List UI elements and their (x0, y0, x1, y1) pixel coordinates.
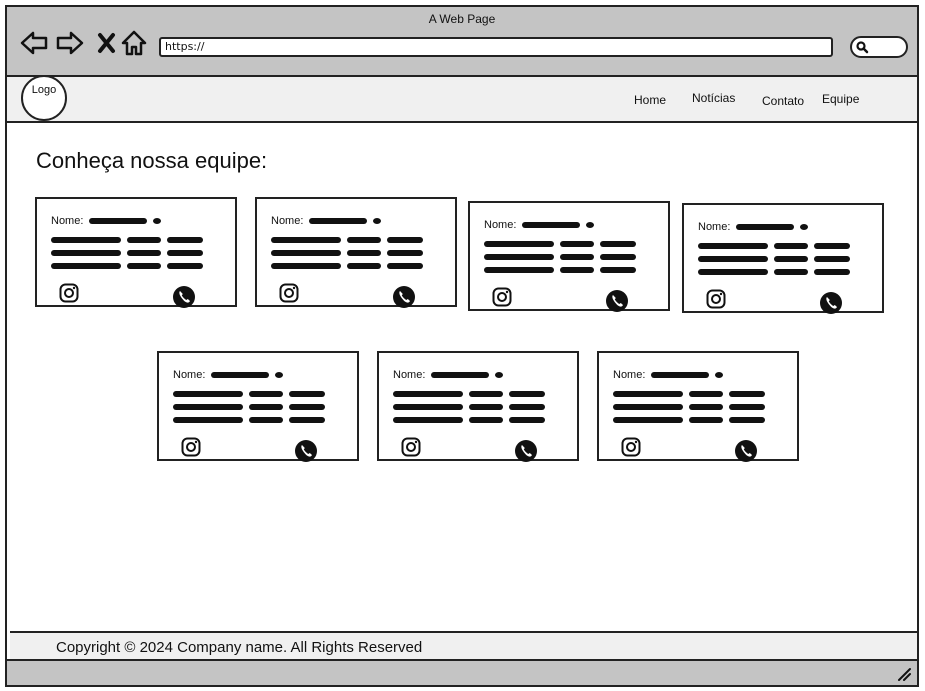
instagram-icon[interactable] (181, 437, 201, 457)
redacted-description (613, 391, 773, 430)
member-name-row: Nome: (393, 369, 504, 381)
window-title: A Web Page (428, 12, 496, 26)
redacted-name (309, 218, 368, 224)
name-label: Nome: (393, 369, 426, 381)
member-name-row: Nome: (271, 215, 382, 227)
redacted-name (153, 218, 162, 224)
redacted-description (173, 391, 333, 430)
back-arrow-icon[interactable] (19, 29, 49, 57)
team-member-card: Nome: (35, 197, 237, 309)
nav-link-contato[interactable]: Contato (762, 94, 804, 108)
instagram-icon[interactable] (492, 287, 512, 307)
redacted-description (271, 237, 431, 276)
nav-link-home[interactable]: Home (634, 93, 666, 107)
redacted-name (715, 372, 724, 378)
redacted-description (698, 243, 858, 282)
member-name-row: Nome: (484, 219, 595, 231)
instagram-icon[interactable] (621, 437, 641, 457)
redacted-name (89, 218, 148, 224)
member-name-row: Nome: (51, 215, 162, 227)
redacted-name (211, 372, 270, 378)
redacted-name (651, 372, 710, 378)
member-name-row: Nome: (173, 369, 284, 381)
name-label: Nome: (484, 219, 517, 231)
member-name-row: Nome: (698, 221, 809, 233)
url-input[interactable]: https:// (159, 37, 833, 57)
redacted-name (522, 222, 581, 228)
instagram-icon[interactable] (706, 289, 726, 309)
phone-icon[interactable] (172, 285, 196, 309)
browser-search-field[interactable] (850, 36, 908, 58)
page-heading: Conheça nossa equipe: (36, 148, 268, 173)
phone-icon[interactable] (514, 439, 538, 463)
browser-window: A Web Page https:// Logo Home Notícias C… (5, 5, 919, 687)
phone-icon[interactable] (392, 285, 416, 309)
team-member-card: Nome: (255, 197, 457, 309)
home-icon[interactable] (119, 29, 149, 57)
phone-icon[interactable] (819, 291, 843, 315)
name-label: Nome: (698, 221, 731, 233)
phone-icon[interactable] (294, 439, 318, 463)
browser-titlebar: A Web Page https:// (7, 7, 917, 77)
site-navbar: Logo Home Notícias Contato Equipe (7, 75, 917, 123)
redacted-name (736, 224, 795, 230)
redacted-name (800, 224, 809, 230)
nav-link-equipe[interactable]: Equipe (822, 92, 859, 106)
browser-statusbar (7, 659, 917, 685)
search-icon (856, 41, 869, 54)
site-footer: Copyright © 2024 Company name. All Right… (10, 631, 917, 659)
copyright-text: Copyright © 2024 Company name. All Right… (56, 639, 423, 656)
name-label: Nome: (173, 369, 206, 381)
name-label: Nome: (613, 369, 646, 381)
redacted-name (586, 222, 595, 228)
member-name-row: Nome: (613, 369, 724, 381)
logo[interactable]: Logo (21, 75, 67, 121)
team-member-card: Nome: (682, 203, 884, 315)
instagram-icon[interactable] (401, 437, 421, 457)
resize-grip-icon[interactable] (897, 667, 911, 681)
redacted-name (275, 372, 284, 378)
instagram-icon[interactable] (59, 283, 79, 303)
instagram-icon[interactable] (279, 283, 299, 303)
redacted-description (484, 241, 644, 280)
redacted-description (393, 391, 553, 430)
redacted-name (373, 218, 382, 224)
name-label: Nome: (51, 215, 84, 227)
redacted-name (495, 372, 504, 378)
team-member-card: Nome: (597, 351, 799, 463)
redacted-name (431, 372, 490, 378)
team-member-card: Nome: (468, 201, 670, 313)
name-label: Nome: (271, 215, 304, 227)
team-member-card: Nome: (377, 351, 579, 463)
phone-icon[interactable] (734, 439, 758, 463)
redacted-description (51, 237, 211, 276)
nav-link-noticias[interactable]: Notícias (692, 91, 735, 105)
forward-arrow-icon[interactable] (55, 29, 85, 57)
team-member-card: Nome: (157, 351, 359, 463)
phone-icon[interactable] (605, 289, 629, 313)
